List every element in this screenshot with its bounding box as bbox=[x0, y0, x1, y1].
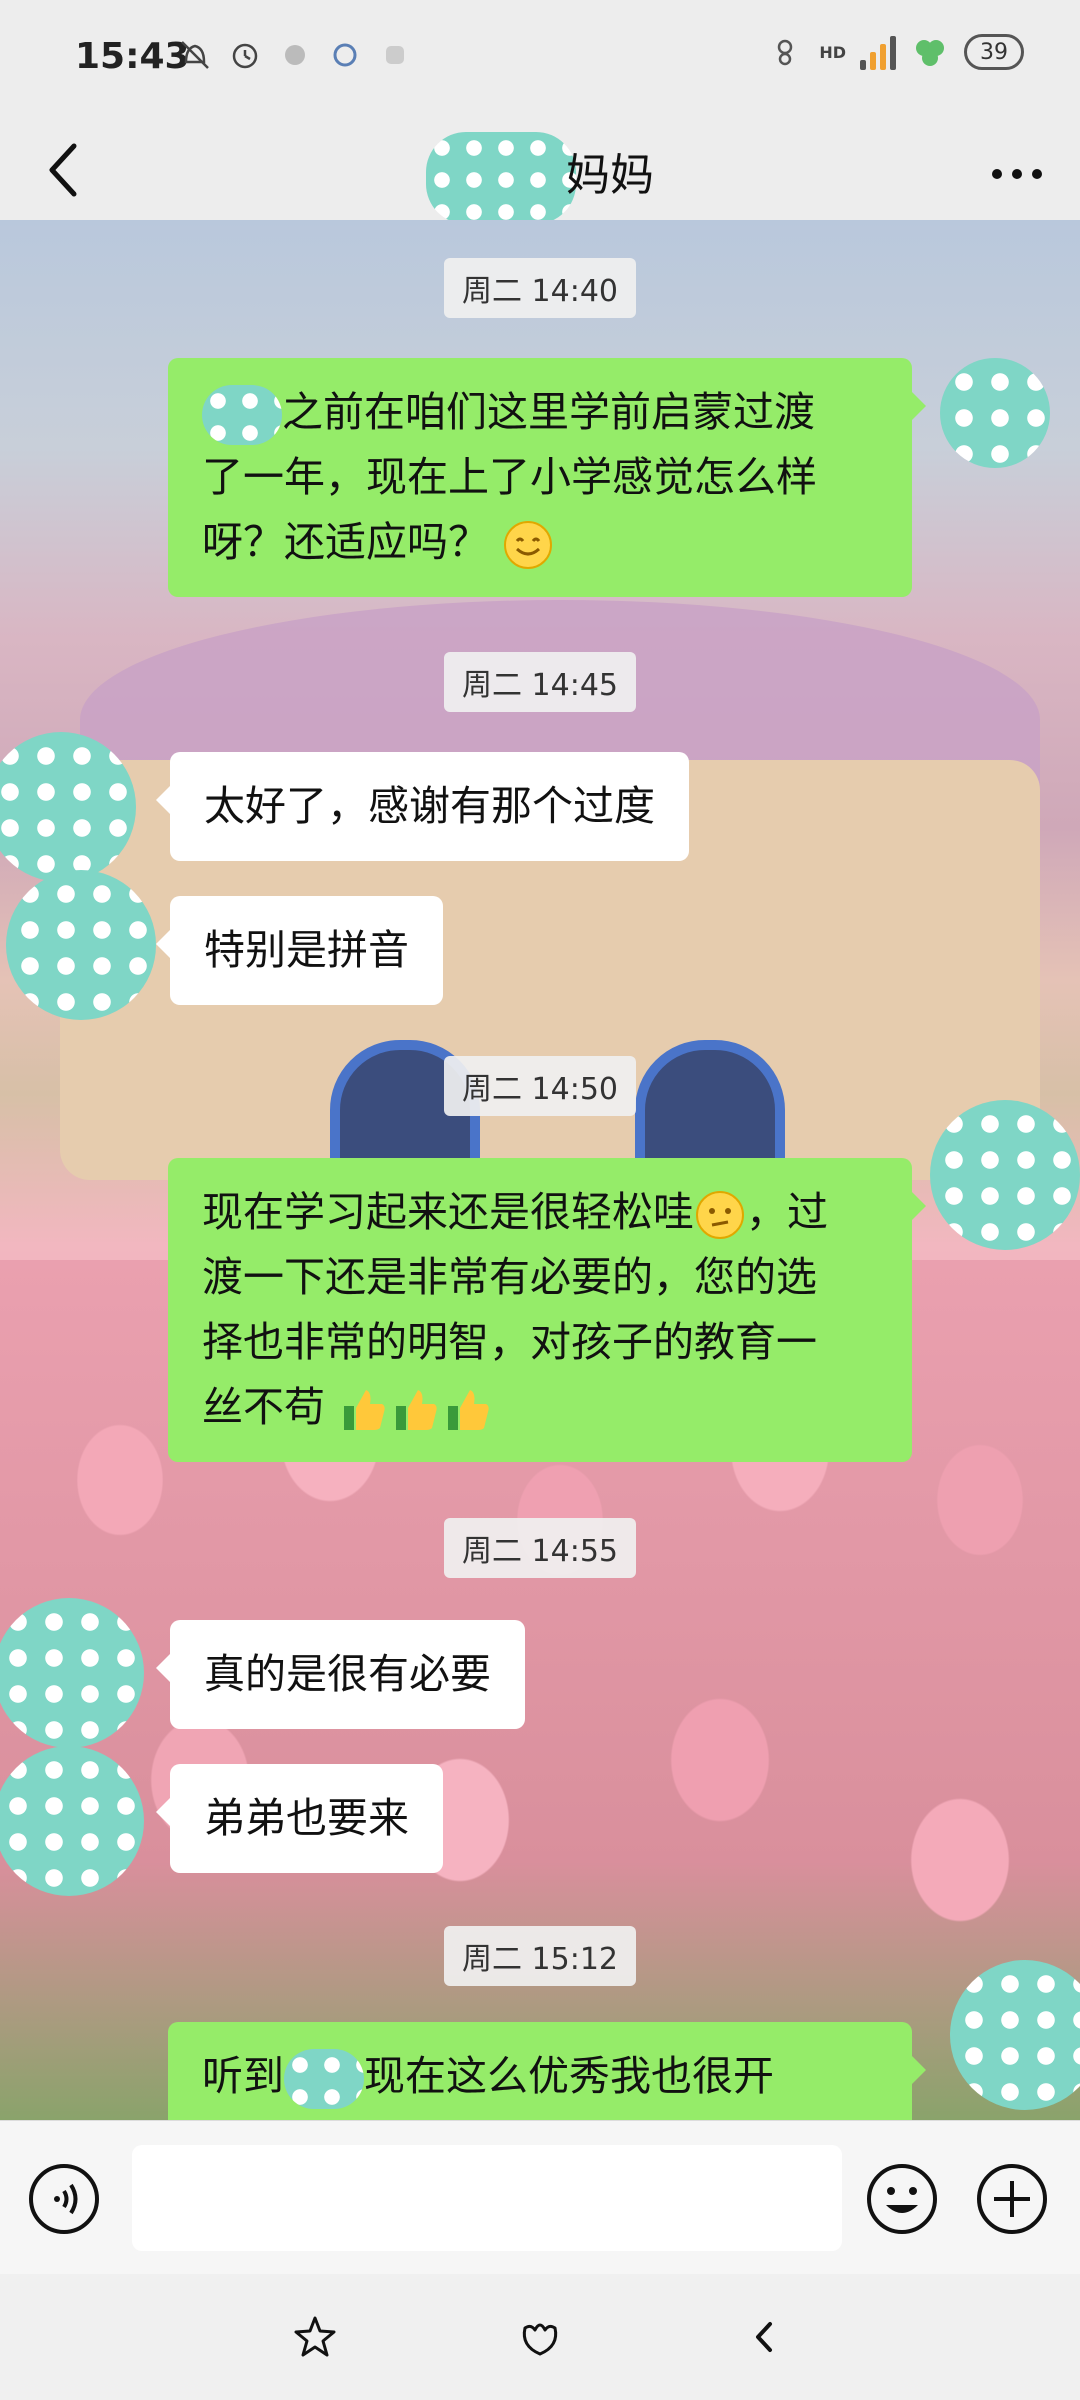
received-message[interactable]: 特别是拼音 bbox=[156, 896, 443, 1005]
sent-message[interactable]: 听到 现在这么优秀我也很开 bbox=[168, 2022, 926, 2120]
received-message[interactable]: 弟弟也要来 bbox=[156, 1764, 443, 1873]
contact-avatar[interactable] bbox=[0, 1598, 144, 1748]
star-icon[interactable] bbox=[292, 2314, 338, 2360]
message-line: 现在这么优秀我也很开 bbox=[364, 2052, 774, 2100]
status-icons-left bbox=[178, 38, 412, 72]
timestamp: 周二 14:40 bbox=[0, 258, 1080, 318]
message-text: 太好了，感谢有那个过度 bbox=[204, 782, 655, 830]
app-notification-icon bbox=[333, 43, 357, 67]
message-line: 听到 bbox=[202, 2052, 284, 2100]
thinking-emoji-icon bbox=[696, 1191, 744, 1239]
status-time: 15:43 bbox=[75, 36, 190, 77]
received-message[interactable]: 真的是很有必要 bbox=[156, 1620, 525, 1729]
contact-avatar[interactable] bbox=[6, 870, 156, 1020]
message-line: 择也非常的明智，对孩子的教育一 bbox=[202, 1318, 817, 1366]
emoji-icon[interactable] bbox=[864, 2161, 940, 2237]
timestamp-text: 周二 14:40 bbox=[444, 258, 636, 318]
redaction-mask bbox=[426, 132, 576, 224]
chat-title-bar: 妈妈 bbox=[0, 120, 1080, 224]
message-line: 呀？还适应吗？ bbox=[202, 518, 489, 566]
app-notification-icon bbox=[285, 45, 305, 65]
thumbs-up-emoji-icon bbox=[448, 1390, 489, 1430]
key-icon bbox=[778, 39, 793, 66]
message-line: 现在学习起来还是很轻松哇 bbox=[202, 1188, 694, 1236]
message-text: 特别是拼音 bbox=[204, 926, 409, 974]
message-input-bar bbox=[0, 2120, 1080, 2275]
message-text: 真的是很有必要 bbox=[204, 1650, 491, 1698]
thumbs-up-emoji-icon bbox=[396, 1390, 437, 1430]
message-line: ，过 bbox=[746, 1188, 828, 1236]
more-options-icon[interactable] bbox=[982, 138, 1052, 202]
my-avatar[interactable] bbox=[930, 1100, 1080, 1250]
timestamp: 周二 15:12 bbox=[0, 1926, 1080, 1986]
timestamp-text: 周二 15:12 bbox=[444, 1926, 636, 1986]
message-line: 丝不苟 bbox=[202, 1383, 325, 1431]
voice-icon[interactable] bbox=[26, 2161, 102, 2237]
redaction-mask bbox=[284, 2049, 364, 2109]
contact-name: 妈妈 bbox=[566, 150, 654, 201]
network-type: HD bbox=[819, 42, 846, 62]
message-line: 渡一下还是非常有必要的，您的选 bbox=[202, 1253, 817, 1301]
plus-icon[interactable] bbox=[974, 2161, 1050, 2237]
app-notification-icon bbox=[386, 46, 404, 64]
sent-message[interactable]: 之前在咱们这里学前启蒙过渡 了一年，现在上了小学感觉怎么样 呀？还适应吗？ bbox=[168, 358, 926, 597]
timestamp-text: 周二 14:50 bbox=[444, 1056, 636, 1116]
battery-indicator: 39 bbox=[964, 34, 1024, 70]
battery-level: 39 bbox=[980, 39, 1008, 65]
clover-icon bbox=[916, 40, 944, 66]
alarm-icon bbox=[232, 43, 258, 69]
contact-avatar[interactable] bbox=[0, 1746, 144, 1896]
message-line: 之前在咱们这里学前启蒙过渡 bbox=[282, 388, 815, 436]
message-input[interactable] bbox=[132, 2145, 842, 2251]
timestamp-text: 周二 14:55 bbox=[444, 1518, 636, 1578]
signal-icon bbox=[860, 34, 896, 70]
my-avatar[interactable] bbox=[940, 358, 1050, 468]
message-text: 弟弟也要来 bbox=[204, 1794, 409, 1842]
timestamp: 周二 14:55 bbox=[0, 1518, 1080, 1578]
timestamp-text: 周二 14:45 bbox=[444, 652, 636, 712]
message-line: 了一年，现在上了小学感觉怎么样 bbox=[202, 453, 817, 501]
timestamp: 周二 14:45 bbox=[0, 652, 1080, 712]
redaction-mask bbox=[202, 385, 282, 445]
status-right: HD 39 bbox=[775, 34, 1024, 70]
home-icon[interactable] bbox=[517, 2314, 563, 2360]
back-nav-icon[interactable] bbox=[742, 2314, 788, 2360]
chat-title: 妈妈 bbox=[0, 132, 1080, 224]
status-bar: 15:43 HD 39 bbox=[0, 0, 1080, 120]
timestamp: 周二 14:50 bbox=[0, 1056, 1080, 1116]
system-nav-bar bbox=[0, 2274, 1080, 2400]
sent-message[interactable]: 现在学习起来还是很轻松哇 ，过 渡一下还是非常有必要的，您的选 择也非常的明智，对… bbox=[168, 1158, 926, 1462]
chat-area[interactable]: 周二 14:40 之前在咱们这里学前启蒙过渡 了一年，现在上了小学感觉怎么样 呀… bbox=[0, 220, 1080, 2120]
do-not-disturb-icon bbox=[181, 41, 209, 69]
received-message[interactable]: 太好了，感谢有那个过度 bbox=[156, 752, 689, 861]
smile-emoji-icon bbox=[504, 521, 553, 569]
thumbs-up-emoji-icon bbox=[344, 1390, 385, 1430]
